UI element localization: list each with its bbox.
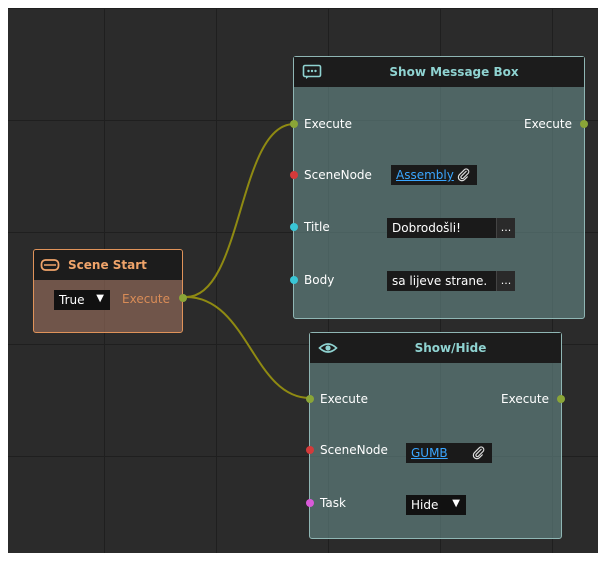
show-hide-node[interactable]: Show/Hide Execute Execute SceneNode GUMB… bbox=[306, 332, 565, 539]
message-box-execute-output-label: Execute bbox=[524, 117, 572, 131]
show-message-box-header[interactable]: Show Message Box bbox=[294, 57, 584, 87]
scene-start-output-port[interactable] bbox=[179, 294, 187, 302]
show-message-box-node[interactable]: Show Message Box Execute Execute SceneNo… bbox=[290, 56, 588, 319]
wire-scene-start-to-message-box bbox=[185, 123, 295, 298]
wire-scene-start-to-show-hide bbox=[185, 296, 311, 399]
paperclip-icon[interactable] bbox=[457, 168, 471, 182]
chevron-down-icon: ▼ bbox=[96, 293, 104, 304]
show-hide-scenenode-field[interactable]: GUMB bbox=[406, 443, 492, 463]
message-box-scenenode-port[interactable] bbox=[290, 171, 298, 179]
show-hide-task-value: Hide bbox=[411, 498, 439, 512]
scene-start-header[interactable]: Scene Start bbox=[34, 250, 182, 280]
show-hide-execute-output-port[interactable] bbox=[557, 395, 565, 403]
message-box-title-value: Dobrodošli! bbox=[392, 221, 461, 235]
message-box-execute-input-label: Execute bbox=[304, 117, 352, 131]
message-box-scenenode-value[interactable]: Assembly bbox=[396, 168, 454, 182]
show-hide-header[interactable]: Show/Hide bbox=[310, 333, 561, 363]
message-box-body-field[interactable]: sa lijeve strane. ... bbox=[387, 271, 515, 291]
show-hide-task-dropdown[interactable]: Hide ▼ bbox=[406, 495, 466, 515]
scene-start-node[interactable]: Scene Start True ▼ Execute bbox=[33, 249, 187, 333]
show-hide-task-label: Task bbox=[320, 496, 346, 510]
paperclip-icon[interactable] bbox=[472, 446, 486, 460]
scene-start-output-label: Execute bbox=[122, 292, 170, 306]
message-box-execute-input-port[interactable] bbox=[290, 120, 298, 128]
message-box-body-label: Body bbox=[304, 273, 335, 287]
show-hide-execute-input-label: Execute bbox=[320, 392, 368, 406]
show-hide-scenenode-port[interactable] bbox=[306, 446, 314, 454]
show-hide-execute-input-port[interactable] bbox=[306, 395, 314, 403]
vr-headset-icon bbox=[40, 257, 60, 273]
show-message-box-title: Show Message Box bbox=[389, 65, 519, 79]
message-box-body-port[interactable] bbox=[290, 276, 298, 284]
show-hide-scenenode-label: SceneNode bbox=[320, 443, 388, 457]
eye-icon bbox=[318, 340, 338, 356]
show-hide-scenenode-value[interactable]: GUMB bbox=[411, 446, 448, 460]
message-box-scenenode-label: SceneNode bbox=[304, 168, 372, 182]
scene-start-dropdown-value: True bbox=[59, 293, 85, 307]
show-hide-execute-output-label: Execute bbox=[501, 392, 549, 406]
scene-start-dropdown[interactable]: True ▼ bbox=[54, 290, 110, 310]
show-hide-title: Show/Hide bbox=[414, 341, 487, 355]
message-box-body-value: sa lijeve strane. bbox=[392, 274, 488, 288]
message-box-body-edit-button[interactable]: ... bbox=[496, 271, 515, 291]
message-box-title-edit-button[interactable]: ... bbox=[496, 218, 515, 238]
message-dots-icon bbox=[302, 64, 322, 80]
node-graph-canvas[interactable]: Scene Start True ▼ Execute Show Message … bbox=[8, 8, 598, 553]
show-hide-task-port[interactable] bbox=[306, 499, 314, 507]
message-box-execute-output-port[interactable] bbox=[580, 120, 588, 128]
scene-start-title: Scene Start bbox=[68, 258, 147, 272]
message-box-title-port[interactable] bbox=[290, 223, 298, 231]
chevron-down-icon: ▼ bbox=[452, 498, 460, 509]
message-box-title-field[interactable]: Dobrodošli! ... bbox=[387, 218, 515, 238]
message-box-title-label: Title bbox=[304, 220, 330, 234]
message-box-scenenode-field[interactable]: Assembly bbox=[391, 165, 477, 185]
